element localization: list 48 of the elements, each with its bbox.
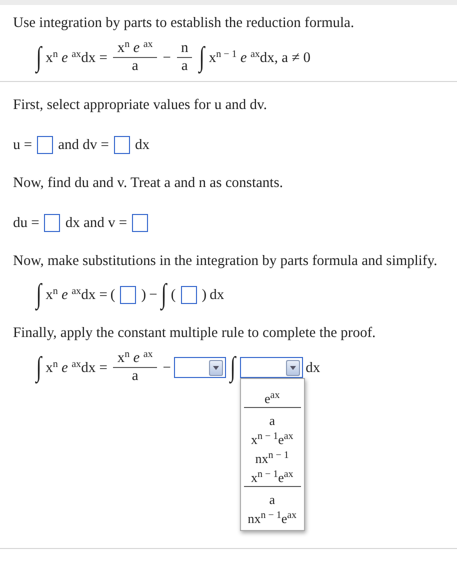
integral-sign: ∫ bbox=[230, 350, 236, 384]
answer-box[interactable] bbox=[114, 136, 130, 154]
math-expression: ) bbox=[202, 286, 207, 304]
math-expression: dx bbox=[306, 358, 320, 376]
math-expression: − bbox=[162, 358, 171, 376]
math-expression: x$^{n − 1}$ e $^{ax}$dx, a ≠ 0 bbox=[208, 48, 311, 66]
step-instruction: First, select appropriate values for u and dv. bbox=[13, 96, 268, 114]
answer-box[interactable] bbox=[180, 286, 197, 304]
instruction-text: Use integration by parts to establish the reduction formula. bbox=[13, 14, 356, 32]
dropdown-option[interactable]: nx$^{n − 1}$ bbox=[255, 450, 289, 467]
math-expression: − bbox=[149, 286, 158, 304]
math-expression: dx and v = bbox=[65, 214, 128, 232]
math-expression: ) bbox=[141, 286, 146, 304]
dropdown-select[interactable] bbox=[174, 357, 226, 378]
dropdown-option[interactable]: nx$^{n − 1}$e$^{ax}$ bbox=[248, 510, 297, 527]
math-expression: ( bbox=[170, 286, 176, 304]
dropdown-select[interactable] bbox=[240, 357, 303, 378]
integral-sign: ∫ bbox=[161, 278, 167, 312]
math-expression: du = bbox=[13, 214, 40, 232]
fraction-denominator: a bbox=[132, 58, 138, 75]
step-instruction: Now, make substitutions in the integration by parts formula and simplify. bbox=[13, 252, 438, 270]
math-expression: − bbox=[162, 48, 171, 66]
caret-icon bbox=[286, 360, 300, 376]
math-expression: ( bbox=[110, 286, 116, 304]
math-expression: x$^{n}$ e $^{ax}$dx = bbox=[46, 48, 108, 66]
integral-sign: ∫ bbox=[36, 40, 42, 74]
dropdown-option[interactable]: x$^{n − 1}$e$^{ax}$ bbox=[250, 431, 294, 448]
fraction-numerator: x$^{n}$ e $^{ax}$ bbox=[113, 350, 157, 368]
answer-box[interactable] bbox=[37, 136, 54, 154]
step-instruction: Now, find du and v. Treat a and n as constants. bbox=[13, 174, 284, 192]
fraction-denominator: a bbox=[181, 58, 188, 75]
integral-sign: ∫ bbox=[36, 350, 42, 384]
integral-sign: ∫ bbox=[36, 278, 42, 312]
math-expression: u = bbox=[13, 136, 32, 154]
step-instruction: Finally, apply the constant multiple rule to complete the proof. bbox=[13, 324, 377, 342]
fraction-numerator: x$^{n}$ e $^{ax}$ bbox=[113, 40, 157, 58]
fraction-numerator: n bbox=[176, 40, 192, 58]
fraction-denominator: a bbox=[132, 368, 138, 385]
math-expression: dx bbox=[134, 136, 150, 154]
math-expression: x$^{n}$ e $^{ax}$dx = bbox=[46, 358, 108, 376]
math-expression: x$^{n}$ e $^{ax}$dx = bbox=[46, 286, 108, 304]
math-expression: and dv = bbox=[58, 136, 109, 154]
integral-sign: ∫ bbox=[199, 40, 205, 74]
answer-box[interactable] bbox=[132, 214, 148, 232]
caret-icon bbox=[208, 360, 223, 376]
answer-box[interactable] bbox=[120, 286, 136, 304]
answer-box[interactable] bbox=[44, 214, 60, 232]
math-expression: dx bbox=[210, 286, 224, 304]
